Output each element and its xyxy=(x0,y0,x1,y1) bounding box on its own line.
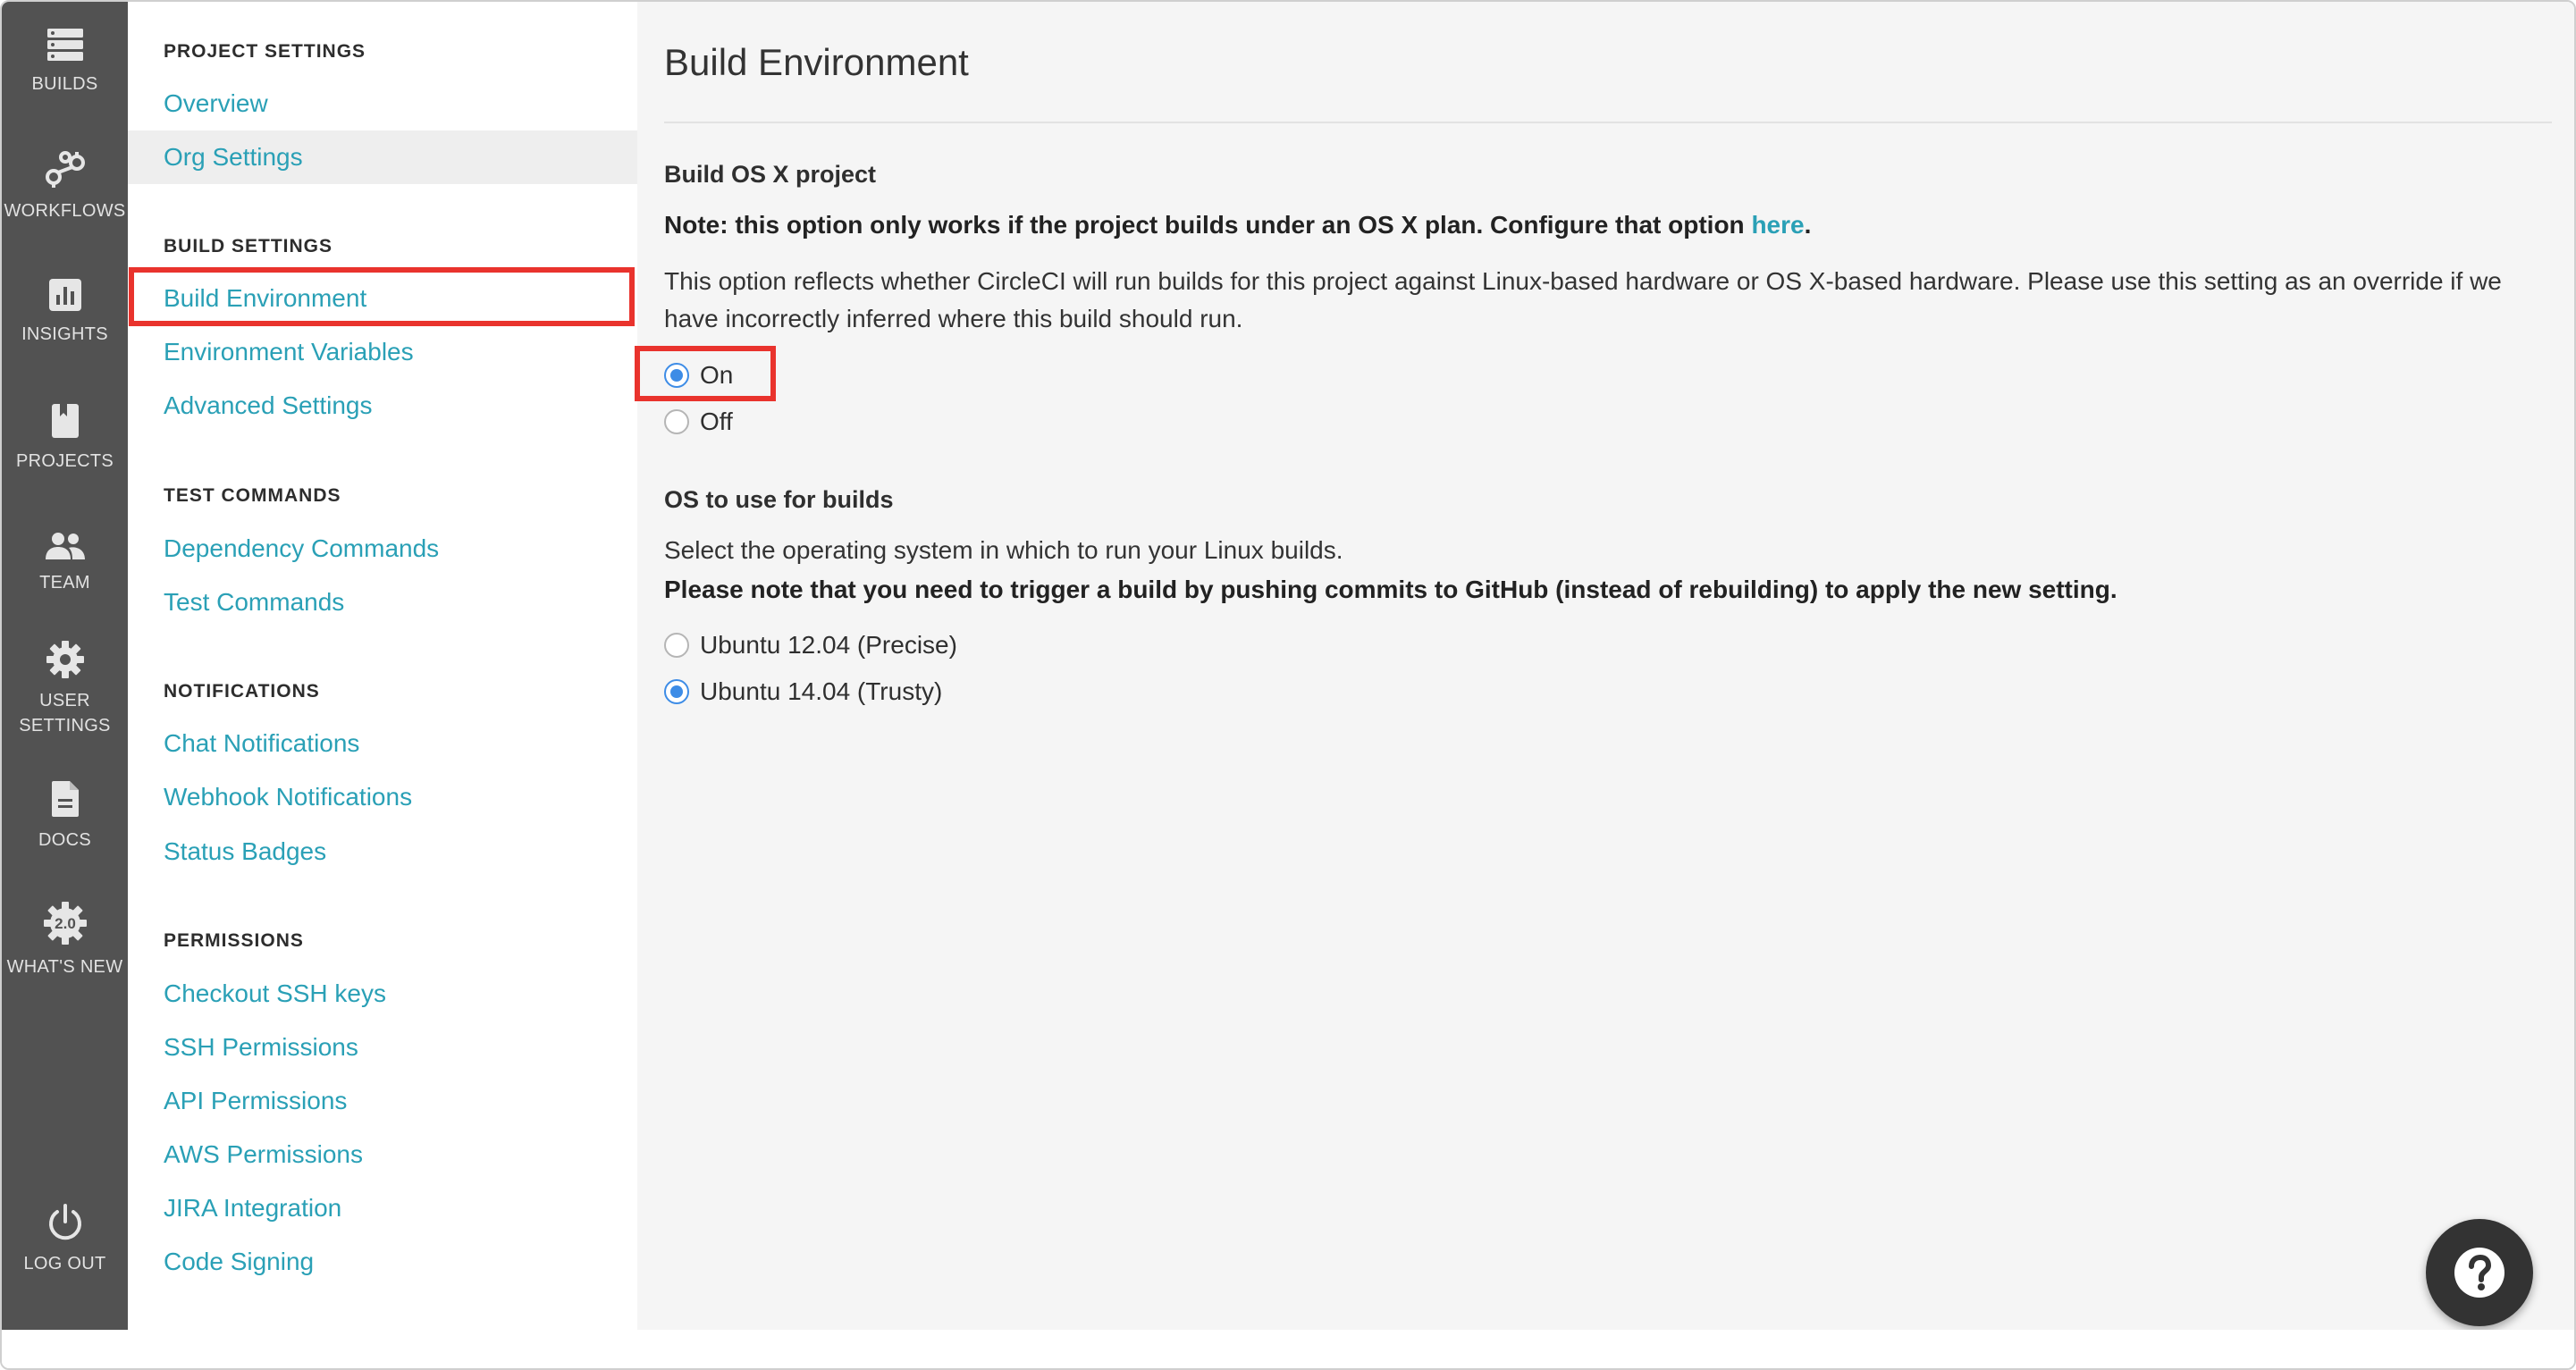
osx-note: Note: this option only works if the proj… xyxy=(664,211,1811,240)
sidebar-link-dependency-commands[interactable]: Dependency Commands xyxy=(128,522,637,576)
sidebar-link-environment-variables[interactable]: Environment Variables xyxy=(128,325,637,379)
nav-workflows-label: WORKFLOWS xyxy=(4,201,126,221)
primary-nav: BUILDS WORKFLOWS INSIGHTS PROJECTS TEAM … xyxy=(2,2,128,1330)
docs-icon xyxy=(51,781,79,817)
bottom-strip xyxy=(2,1330,2574,1368)
sidebar-link-test-commands[interactable]: Test Commands xyxy=(128,576,637,629)
gear-icon xyxy=(46,641,84,678)
os-section-heading: OS to use for builds xyxy=(664,486,894,513)
osx-radio-on[interactable]: On xyxy=(664,361,733,390)
section-heading-test-commands: TEST COMMANDS xyxy=(164,485,341,506)
sidebar-link-code-signing[interactable]: Code Signing xyxy=(128,1235,637,1289)
os-description: Select the operating system in which to … xyxy=(664,536,1343,564)
nav-projects-label: PROJECTS xyxy=(15,451,114,471)
sidebar-link-status-badges[interactable]: Status Badges xyxy=(128,825,637,878)
nav-whats-new-label: WHAT'S NEW xyxy=(6,957,123,977)
section-heading-project-settings: PROJECT SETTINGS xyxy=(164,41,366,62)
whats-new-badge: 2.0 xyxy=(55,915,76,932)
sidebar-link-build-environment[interactable]: Build Environment xyxy=(128,272,637,325)
sidebar-link-ssh-permissions[interactable]: SSH Permissions xyxy=(128,1021,637,1074)
nav-insights[interactable]: INSIGHTS xyxy=(2,277,128,347)
os-warning: Please note that you need to trigger a b… xyxy=(664,576,2117,603)
nav-insights-label: INSIGHTS xyxy=(21,324,108,344)
section-heading-permissions: PERMISSIONS xyxy=(164,930,304,951)
main-content: Build Environment Build OS X project Not… xyxy=(637,2,2574,1330)
osx-radio-off-button[interactable] xyxy=(664,409,689,434)
os-radio-ubuntu-14-button[interactable] xyxy=(664,679,689,704)
osx-note-suffix: . xyxy=(1804,211,1812,239)
nav-team-label: TEAM xyxy=(39,573,90,593)
nav-user-settings[interactable]: USER SETTINGS xyxy=(2,640,128,738)
question-icon xyxy=(2454,1248,2504,1298)
nav-whats-new[interactable]: 2.0 WHAT'S NEW xyxy=(2,901,128,979)
sidebar-link-webhook-notifications[interactable]: Webhook Notifications xyxy=(128,770,637,824)
nav-team[interactable]: TEAM xyxy=(2,531,128,595)
nav-docs[interactable]: DOCS xyxy=(2,779,128,853)
settings-sidebar: PROJECT SETTINGS Overview Org Settings B… xyxy=(128,2,637,1330)
sidebar-link-jira-integration[interactable]: JIRA Integration xyxy=(128,1181,637,1235)
osx-note-here-link[interactable]: here xyxy=(1751,211,1804,239)
nav-log-out[interactable]: LOG OUT xyxy=(2,1203,128,1276)
workflows-icon xyxy=(45,151,85,188)
section-heading-build-settings: BUILD SETTINGS xyxy=(164,236,333,256)
insights-icon xyxy=(48,279,81,311)
os-radio-ubuntu-14-label: Ubuntu 14.04 (Trusty) xyxy=(700,677,943,705)
os-radio-ubuntu-12-button[interactable] xyxy=(664,633,689,658)
osx-note-text: Note: this option only works if the proj… xyxy=(664,211,1752,239)
builds-icon xyxy=(46,29,83,61)
nav-builds[interactable]: BUILDS xyxy=(2,27,128,97)
power-icon xyxy=(48,1204,81,1240)
page-title: Build Environment xyxy=(664,41,969,83)
sidebar-link-chat-notifications[interactable]: Chat Notifications xyxy=(128,717,637,770)
sidebar-link-advanced-settings[interactable]: Advanced Settings xyxy=(128,379,637,433)
os-radio-ubuntu-14[interactable]: Ubuntu 14.04 (Trusty) xyxy=(664,677,942,706)
sidebar-link-checkout-ssh-keys[interactable]: Checkout SSH keys xyxy=(128,967,637,1021)
nav-log-out-label: LOG OUT xyxy=(23,1254,106,1273)
sidebar-link-overview[interactable]: Overview xyxy=(128,77,637,130)
sidebar-link-org-settings[interactable]: Org Settings xyxy=(128,130,637,184)
nav-user-settings-label: USER SETTINGS xyxy=(19,691,111,735)
nav-builds-label: BUILDS xyxy=(31,74,98,94)
whats-new-icon: 2.0 xyxy=(43,902,87,945)
osx-description: This option reflects whether CircleCI wi… xyxy=(664,267,2502,332)
title-divider xyxy=(664,122,2552,123)
nav-workflows[interactable]: WORKFLOWS xyxy=(2,150,128,223)
osx-radio-on-label: On xyxy=(700,361,734,389)
sidebar-link-api-permissions[interactable]: API Permissions xyxy=(128,1074,637,1128)
os-radio-ubuntu-12[interactable]: Ubuntu 12.04 (Precise) xyxy=(664,631,957,660)
osx-radio-on-button[interactable] xyxy=(664,363,689,388)
nav-projects[interactable]: PROJECTS xyxy=(2,402,128,474)
osx-radio-off-label: Off xyxy=(700,408,733,435)
projects-icon xyxy=(51,404,79,438)
nav-docs-label: DOCS xyxy=(38,830,91,850)
help-button[interactable] xyxy=(2426,1219,2533,1326)
osx-section-heading: Build OS X project xyxy=(664,161,877,188)
app-frame: BUILDS WORKFLOWS INSIGHTS PROJECTS TEAM … xyxy=(0,0,2576,1370)
sidebar-link-aws-permissions[interactable]: AWS Permissions xyxy=(128,1128,637,1181)
team-icon xyxy=(45,533,85,559)
os-radio-ubuntu-12-label: Ubuntu 12.04 (Precise) xyxy=(700,631,957,659)
osx-radio-off[interactable]: Off xyxy=(664,408,733,436)
section-heading-notifications: NOTIFICATIONS xyxy=(164,681,320,702)
